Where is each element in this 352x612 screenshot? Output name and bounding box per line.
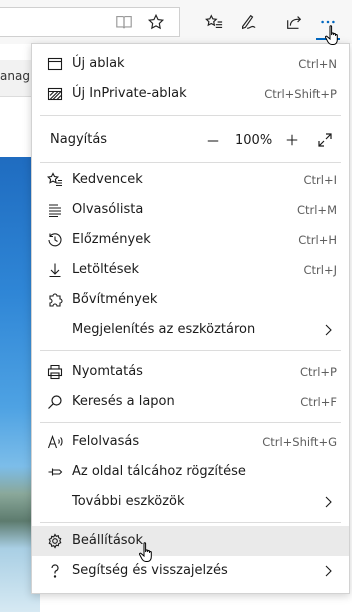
- menu-item-extensions[interactable]: Bővítmények: [32, 285, 349, 315]
- settings-gear-icon: [46, 532, 64, 550]
- web-note-pen-icon[interactable]: [236, 10, 260, 34]
- favorites-star-list-icon: [46, 171, 64, 189]
- menu-item-label: Keresés a lapon: [72, 394, 175, 409]
- add-favorite-star-icon[interactable]: [144, 10, 168, 34]
- fullscreen-expand-icon: [318, 133, 332, 147]
- menu-item-show-in-toolbar[interactable]: Megjelenítés az eszköztáron: [32, 315, 349, 345]
- menu-item-label: Az oldal tálcához rögzítése: [72, 464, 246, 479]
- zoom-in-button[interactable]: [283, 131, 301, 149]
- menu-item-label: Új InPrivate-ablak: [72, 86, 187, 101]
- menu-item-find-on-page[interactable]: Keresés a lapon Ctrl+F: [32, 387, 349, 417]
- menu-item-label: Előzmények: [72, 232, 151, 247]
- favorites-hub-icon[interactable]: [202, 10, 226, 34]
- search-magnifier-icon: [46, 393, 64, 411]
- extensions-puzzle-icon: [46, 291, 64, 309]
- menu-item-shortcut: Ctrl+Shift+G: [262, 435, 337, 449]
- menu-item-help-feedback[interactable]: Segítség és visszajelzés: [32, 556, 349, 586]
- plus-icon: [286, 134, 298, 146]
- chevron-right-icon: [325, 496, 332, 508]
- share-icon[interactable]: [282, 10, 306, 34]
- menu-item-settings[interactable]: Beállítások: [32, 526, 349, 556]
- menu-item-shortcut: Ctrl+Shift+P: [264, 87, 337, 101]
- hand-pointer-cursor-icon: [138, 542, 152, 562]
- zoom-label: Nagyítás: [50, 132, 108, 147]
- menu-item-print[interactable]: Nyomtatás Ctrl+P: [32, 357, 349, 387]
- reading-view-icon[interactable]: [112, 10, 136, 34]
- page-header-text: anag: [0, 69, 30, 83]
- menu-item-downloads[interactable]: Letöltések Ctrl+J: [32, 255, 349, 285]
- menu-item-label: Beállítások: [72, 533, 144, 548]
- menu-item-shortcut: Ctrl+P: [299, 365, 337, 379]
- menu-divider: [40, 115, 341, 116]
- printer-icon: [46, 363, 64, 381]
- fullscreen-button[interactable]: [317, 132, 335, 150]
- browser-toolbar: [0, 0, 352, 44]
- menu-item-more-tools[interactable]: További eszközök: [32, 487, 349, 517]
- menu-item-label: Kedvencek: [72, 172, 143, 187]
- menu-divider: [40, 350, 341, 351]
- menu-item-label: Bővítmények: [72, 292, 158, 307]
- minus-icon: [207, 140, 219, 142]
- menu-item-pin-to-taskbar[interactable]: Az oldal tálcához rögzítése: [32, 457, 349, 487]
- menu-item-read-aloud[interactable]: Felolvasás Ctrl+Shift+G: [32, 427, 349, 457]
- help-question-icon: [46, 562, 64, 580]
- menu-item-label: Felolvasás: [72, 434, 140, 449]
- menu-divider: [40, 422, 341, 423]
- zoom-level-value: 100%: [235, 133, 273, 148]
- reading-list-icon: [46, 201, 64, 219]
- menu-divider: [40, 162, 341, 163]
- menu-item-label: Nyomtatás: [72, 364, 143, 379]
- menu-item-shortcut: Ctrl+I: [303, 173, 338, 187]
- download-arrow-icon: [46, 261, 64, 279]
- menu-divider: [40, 522, 341, 523]
- chevron-right-icon: [325, 565, 332, 577]
- menu-item-label: Olvasólista: [72, 202, 144, 217]
- inprivate-window-icon: [46, 85, 64, 103]
- menu-item-shortcut: Ctrl+H: [298, 233, 337, 247]
- menu-item-label: További eszközök: [72, 494, 185, 509]
- menu-item-reading-list[interactable]: Olvasólista Ctrl+M: [32, 195, 349, 225]
- menu-item-label: Letöltések: [72, 262, 140, 277]
- menu-item-shortcut: Ctrl+M: [296, 203, 337, 217]
- menu-item-new-inprivate-window[interactable]: Új InPrivate-ablak Ctrl+Shift+P: [32, 79, 349, 109]
- menu-item-history[interactable]: Előzmények Ctrl+H: [32, 225, 349, 255]
- zoom-out-button[interactable]: [204, 132, 222, 150]
- history-clock-icon: [46, 231, 64, 249]
- read-aloud-icon: [46, 433, 64, 451]
- pin-icon: [46, 463, 64, 481]
- menu-item-shortcut: Ctrl+J: [303, 263, 338, 277]
- menu-item-favorites[interactable]: Kedvencek Ctrl+I: [32, 165, 349, 195]
- new-window-icon: [46, 55, 64, 73]
- settings-and-more-menu: Új ablak Ctrl+N Új InPrivate-ablak Ctrl+…: [31, 43, 350, 594]
- menu-item-label: Új ablak: [72, 56, 125, 71]
- chevron-right-icon: [325, 324, 332, 336]
- menu-item-shortcut: Ctrl+F: [300, 395, 337, 409]
- hand-pointer-cursor-icon: [324, 25, 338, 45]
- menu-item-shortcut: Ctrl+N: [298, 57, 337, 71]
- menu-item-new-window[interactable]: Új ablak Ctrl+N: [32, 49, 349, 79]
- menu-item-label: Segítség és visszajelzés: [72, 563, 228, 578]
- menu-item-label: Megjelenítés az eszköztáron: [72, 322, 256, 337]
